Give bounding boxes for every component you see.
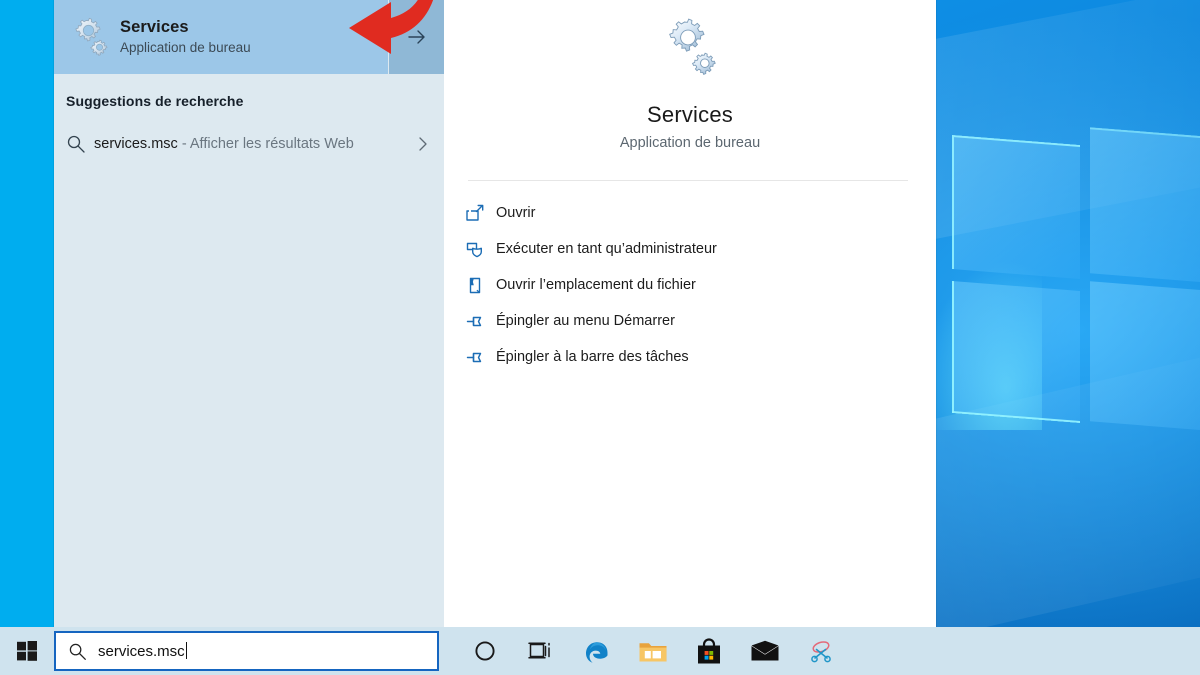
top-result-title: Services — [120, 17, 251, 37]
search-input-value: services.msc — [98, 643, 185, 660]
chevron-right-icon[interactable] — [402, 136, 444, 152]
open-external-icon — [466, 204, 496, 223]
search-icon — [68, 642, 94, 661]
suggestion-query: services.msc — [94, 136, 178, 152]
action-pin-to-taskbar[interactable]: Épingler à la barre des tâches — [444, 339, 936, 375]
folder-location-icon — [466, 276, 496, 295]
arrow-right-icon — [406, 26, 428, 48]
cortana-icon[interactable] — [457, 627, 513, 675]
shield-run-as-admin-icon — [466, 240, 496, 259]
file-explorer-icon[interactable] — [625, 627, 681, 675]
top-result-subtitle: Application de bureau — [120, 38, 251, 57]
action-label: Épingler au menu Démarrer — [496, 313, 675, 329]
desktop-left-accent-strip — [0, 0, 54, 627]
snipping-tool-icon[interactable] — [793, 627, 849, 675]
action-label: Ouvrir l’emplacement du fichier — [496, 277, 696, 293]
windows-logo-icon — [16, 640, 38, 662]
search-input[interactable]: services.msc — [98, 642, 187, 660]
suggestion-row-web-results[interactable]: services.msc - Afficher les résultats We… — [54, 121, 444, 167]
action-label: Épingler à la barre des tâches — [496, 349, 689, 365]
microsoft-store-icon[interactable] — [681, 627, 737, 675]
mail-icon[interactable] — [737, 627, 793, 675]
app-detail-subtitle: Application de bureau — [444, 135, 936, 151]
search-flyout-panel: Services Application de bureau Suggestio… — [54, 0, 936, 627]
windows-hero-logo-icon — [952, 140, 1200, 430]
search-results-column: Services Application de bureau Suggestio… — [54, 0, 444, 627]
pin-icon — [466, 348, 496, 367]
text-caret — [186, 642, 188, 659]
app-detail-title: Services — [444, 102, 936, 128]
pin-icon — [466, 312, 496, 331]
app-actions-list: Ouvrir Exécuter en tant qu’administrateu… — [444, 181, 936, 375]
taskbar-search-box[interactable]: services.msc — [54, 631, 439, 671]
gears-icon — [658, 18, 722, 80]
suggestion-label: services.msc - Afficher les résultats We… — [94, 136, 402, 152]
top-result-main[interactable]: Services Application de bureau — [54, 0, 388, 74]
action-label: Exécuter en tant qu’administrateur — [496, 241, 717, 257]
suggestion-description: Afficher les résultats Web — [190, 136, 354, 152]
top-result-expand-button[interactable] — [388, 0, 444, 74]
action-run-as-administrator[interactable]: Exécuter en tant qu’administrateur — [444, 231, 936, 267]
suggestions-header: Suggestions de recherche — [54, 74, 444, 109]
action-open-file-location[interactable]: Ouvrir l’emplacement du fichier — [444, 267, 936, 303]
suggestion-separator: - — [178, 136, 190, 152]
taskbar: services.msc — [0, 627, 1200, 675]
action-open[interactable]: Ouvrir — [444, 195, 936, 231]
app-detail-header: Services Application de bureau — [444, 0, 936, 151]
app-detail-pane: Services Application de bureau Ouvrir — [444, 0, 936, 627]
taskbar-pinned-icons — [457, 627, 849, 675]
action-label: Ouvrir — [496, 205, 535, 221]
start-button[interactable] — [0, 627, 54, 675]
edge-icon[interactable] — [569, 627, 625, 675]
search-icon — [66, 134, 94, 154]
top-result-services[interactable]: Services Application de bureau — [54, 0, 444, 74]
task-view-icon[interactable] — [513, 627, 569, 675]
action-pin-to-start[interactable]: Épingler au menu Démarrer — [444, 303, 936, 339]
gears-icon — [66, 14, 112, 60]
